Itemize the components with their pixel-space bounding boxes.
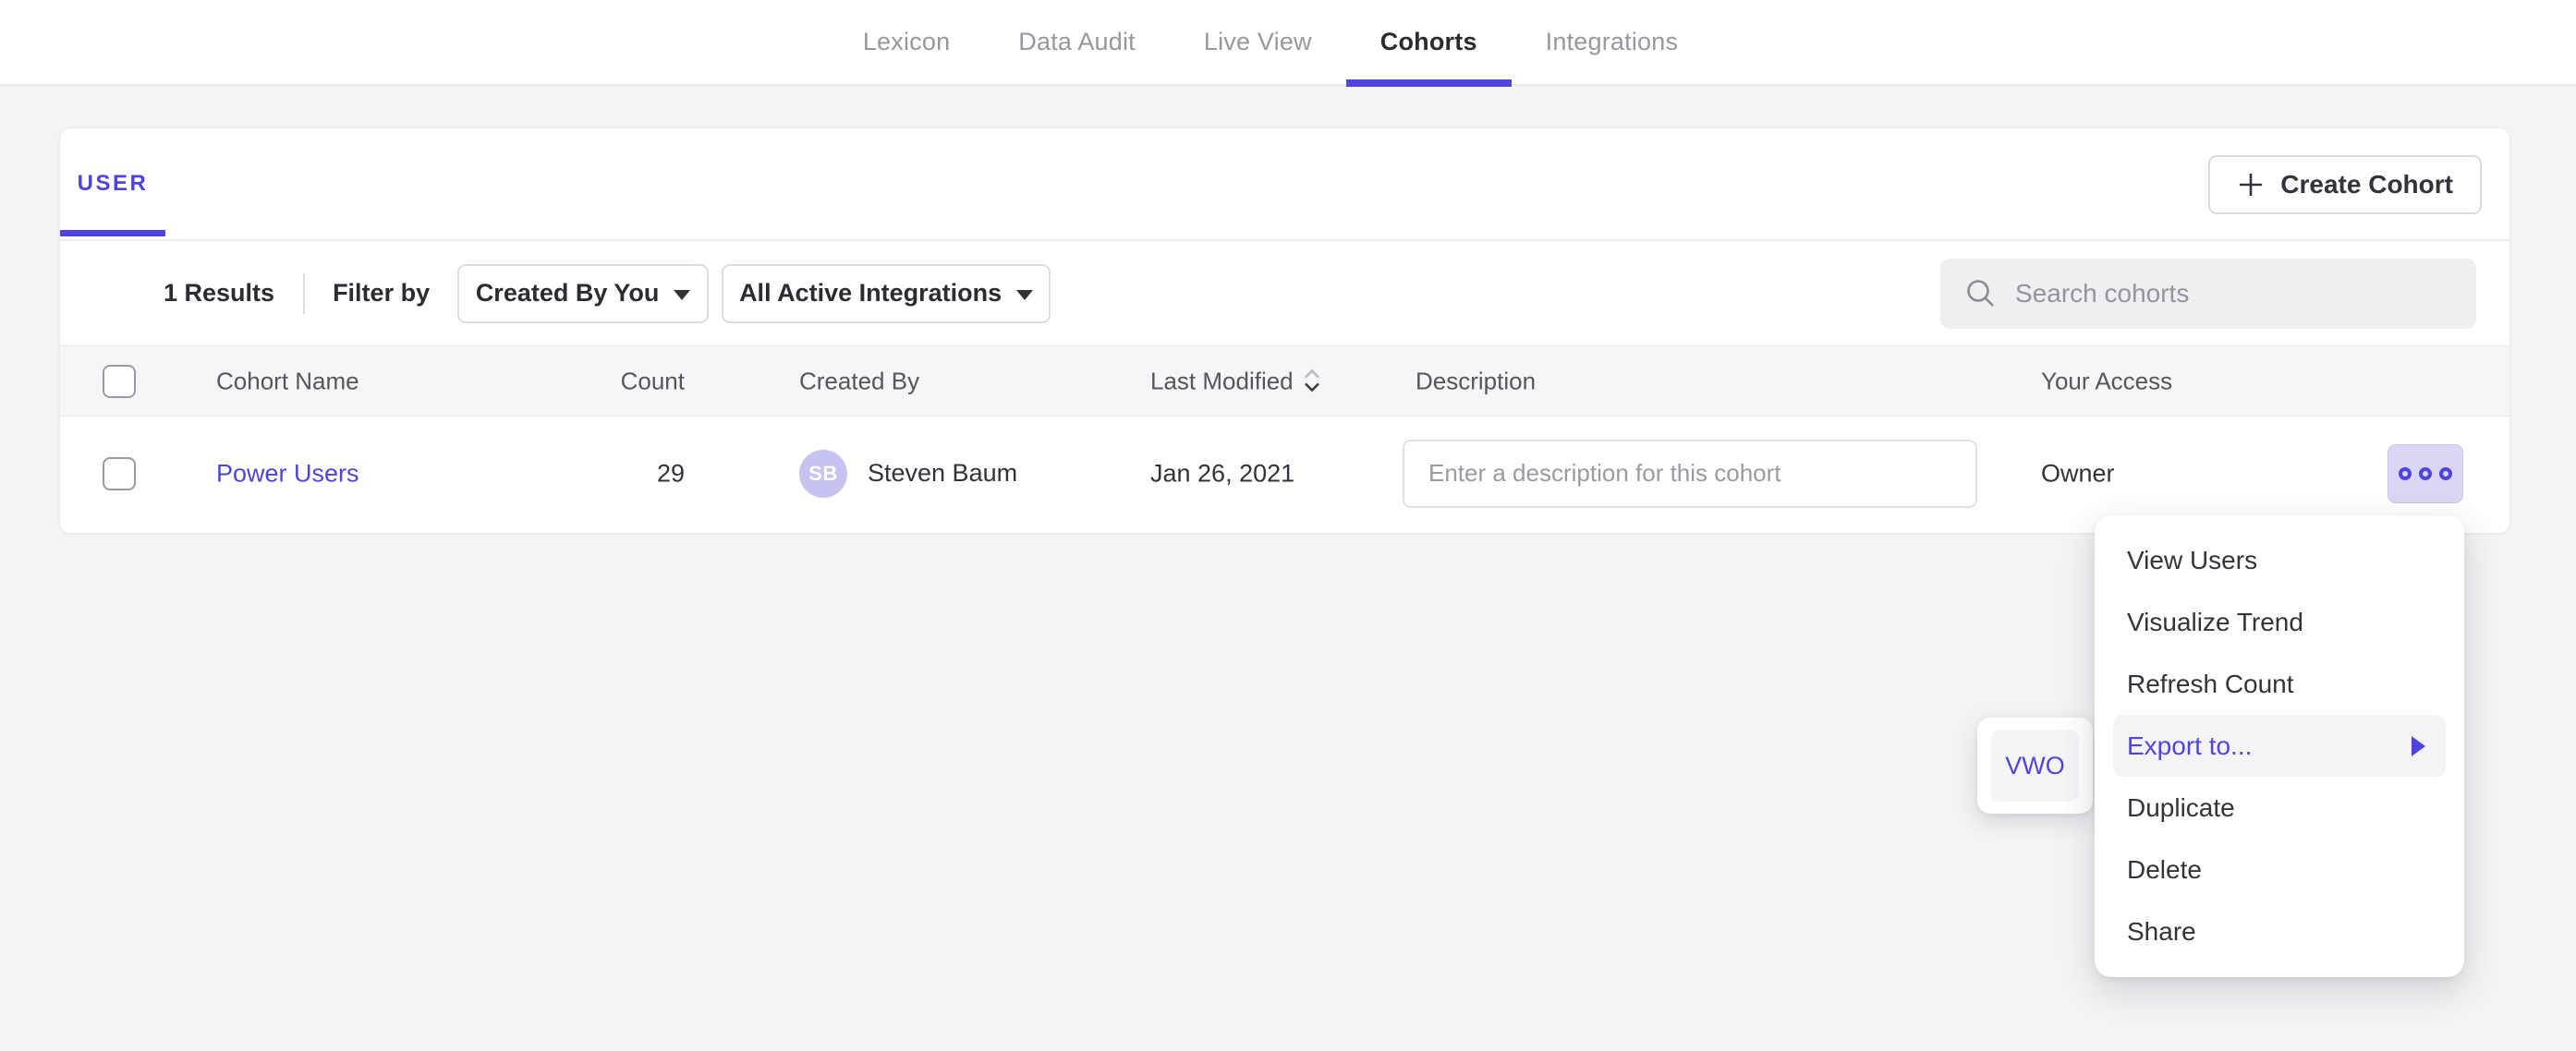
tab-label: Lexicon [863,28,950,56]
more-options-icon [2399,467,2412,480]
user-tab-underline [60,230,165,236]
menu-item-export-to[interactable]: Export to... [2113,715,2446,777]
header-count: Count [577,367,685,395]
export-vwo-button[interactable]: VWO [1991,730,2079,802]
divider [303,273,305,314]
tab-label: Data Audit [1018,28,1136,56]
table-header: Cohort Name Count Created By Last Modifi… [60,346,2509,417]
tab-integrations[interactable]: Integrations [1512,0,1713,84]
cohorts-panel: USER Create Cohort 1 Results Filter by C… [59,127,2510,534]
actions-cell [2388,444,2463,503]
cohorts-page: Lexicon Data Audit Live View Cohorts Int… [0,0,2576,1051]
menu-item-duplicate[interactable]: Duplicate [2095,777,2464,839]
header-cohort-name: Cohort Name [216,367,359,395]
integrations-dropdown[interactable]: All Active Integrations [722,264,1051,323]
select-all-checkbox[interactable] [103,365,136,398]
filter-row: 1 Results Filter by Created By You All A… [60,241,2509,346]
integrations-dropdown-value: All Active Integrations [739,279,1002,308]
cohort-name-link[interactable]: Power Users [216,459,359,488]
created-by-name: Steven Baum [868,459,1017,488]
header-last-modified[interactable]: Last Modified [1150,367,1321,395]
create-cohort-label: Create Cohort [2280,170,2453,199]
sort-icon[interactable] [1303,368,1321,395]
table-row: Power Users 29 SB Steven Baum Jan 26, 20… [60,417,2509,530]
search-input[interactable] [2015,279,2454,308]
tab-cohorts[interactable]: Cohorts [1346,0,1512,84]
tab-label: Integrations [1546,28,1679,56]
row-checkbox[interactable] [103,457,136,490]
create-cohort-button[interactable]: Create Cohort [2208,155,2482,214]
description-input[interactable] [1403,440,1977,508]
export-submenu: VWO [1977,718,2093,814]
row-context-menu: View Users Visualize Trend Refresh Count… [2095,515,2464,977]
more-options-icon [2439,467,2452,480]
results-count: 1 Results [164,279,274,308]
menu-item-delete[interactable]: Delete [2095,839,2464,900]
chevron-down-icon [674,290,690,300]
panel-tab-strip: USER Create Cohort [60,128,2509,241]
menu-item-export-to-label: Export to... [2127,731,2252,761]
cohort-count: 29 [577,459,685,488]
tab-label: Cohorts [1380,28,1477,56]
search-box [1940,259,2476,329]
description-cell [1403,440,1977,508]
top-nav: Lexicon Data Audit Live View Cohorts Int… [0,0,2576,87]
menu-item-visualize-trend[interactable]: Visualize Trend [2095,591,2464,653]
created-by-dropdown-value: Created By You [476,279,660,308]
tab-user[interactable]: USER [60,128,165,239]
top-nav-tabs: Lexicon Data Audit Live View Cohorts Int… [0,0,2558,84]
tab-label: Live View [1204,28,1312,56]
tab-data-audit[interactable]: Data Audit [984,0,1170,84]
header-description: Description [1403,367,1536,395]
more-options-button[interactable] [2388,444,2463,503]
last-modified-date: Jan 26, 2021 [1150,459,1294,488]
chevron-down-icon [1016,290,1033,300]
more-options-icon [2419,467,2432,480]
avatar: SB [799,450,847,498]
created-by-cell: SB Steven Baum [799,450,1017,498]
header-created-by: Created By [799,367,919,395]
tab-lexicon[interactable]: Lexicon [829,0,984,84]
tab-live-view[interactable]: Live View [1170,0,1346,84]
menu-item-share[interactable]: Share [2095,900,2464,962]
created-by-dropdown[interactable]: Created By You [457,264,709,323]
menu-item-view-users[interactable]: View Users [2095,529,2464,591]
header-your-access: Your Access [2041,367,2172,395]
menu-item-refresh-count[interactable]: Refresh Count [2095,653,2464,715]
submenu-arrow-icon [2412,736,2425,756]
access-value: Owner [2041,459,2115,488]
header-last-modified-label: Last Modified [1150,367,1294,395]
user-tab-label: USER [78,171,149,197]
search-icon [1964,277,1998,310]
active-tab-underline [1346,79,1512,87]
plus-icon [2237,171,2265,199]
filter-by-label: Filter by [333,279,430,308]
